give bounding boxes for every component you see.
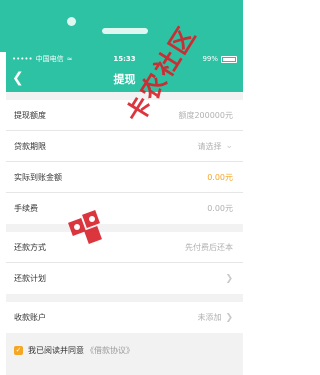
row-label: 提现额度: [14, 110, 46, 120]
chevron-right-icon: ❯: [225, 312, 233, 323]
row-loan-term[interactable]: 贷款期限 请选择 ⌄: [6, 131, 243, 162]
watermark-logo-dot: [89, 216, 95, 222]
loan-term-value: 请选择: [197, 141, 222, 151]
status-bar: ••••• 中国电信 ≈ 15:33 99%: [6, 52, 243, 66]
watermark-logo-icon: [68, 210, 102, 244]
repayment-method-value: 先付费后还本: [185, 242, 233, 252]
watermark-logo-dot: [74, 224, 80, 230]
agreement-row: ✓ 我已阅读并同意 《借款协议》: [6, 337, 243, 363]
agreement-checkbox[interactable]: ✓: [14, 345, 23, 355]
row-label: 还款计划: [14, 274, 46, 283]
receiving-account-value: 未添加: [197, 313, 222, 322]
row-repayment-method[interactable]: 还款方式 先付费后还本: [6, 232, 243, 263]
battery-icon: [221, 55, 237, 63]
chevron-right-icon: ❯: [225, 273, 233, 284]
back-icon[interactable]: ❮: [12, 70, 24, 86]
row-value: 额度200000元: [178, 110, 233, 121]
row-label: 手续费: [14, 204, 38, 213]
row-repayment-plan[interactable]: 还款计划 ❯: [6, 263, 243, 294]
row-receiving-account[interactable]: 收款账户 未添加 ❯: [6, 302, 243, 333]
row-fee: 手续费 0.00元: [6, 193, 243, 224]
amount-group: 提现额度 额度200000元 贷款期限 请选择 ⌄ 实际到账金额 0.00元 手续…: [6, 100, 243, 224]
battery-fill: [223, 57, 235, 61]
camera-icon: [67, 17, 76, 26]
row-label: 收款账户: [14, 313, 46, 322]
row-value: 未添加 ❯: [197, 312, 233, 323]
account-group: 收款账户 未添加 ❯: [6, 302, 243, 333]
repayment-group: 还款方式 先付费后还本 还款计划 ❯: [6, 232, 243, 294]
row-value: 请选择 ⌄: [197, 141, 233, 152]
nav-bar: ❮ 提现: [6, 66, 243, 92]
watermark-logo-block: [84, 226, 102, 244]
row-value: ❯: [225, 274, 233, 284]
speaker-icon: [102, 28, 148, 34]
withdraw-limit-value: 额度200000元: [178, 110, 233, 120]
row-actual-amount: 实际到账金额 0.00元: [6, 162, 243, 193]
agreement-text: 我已阅读并同意: [28, 345, 84, 355]
status-time: 15:33: [113, 55, 136, 63]
page-title: 提现: [113, 73, 136, 86]
row-label: 实际到账金额: [14, 172, 62, 182]
row-label: 还款方式: [14, 242, 46, 252]
actual-amount-value: 0.00元: [207, 172, 233, 182]
agreement-link[interactable]: 《借款协议》: [86, 345, 134, 356]
chevron-down-icon: ⌄: [225, 141, 233, 151]
fee-value: 0.00元: [207, 204, 233, 213]
row-label: 贷款期限: [14, 141, 46, 151]
